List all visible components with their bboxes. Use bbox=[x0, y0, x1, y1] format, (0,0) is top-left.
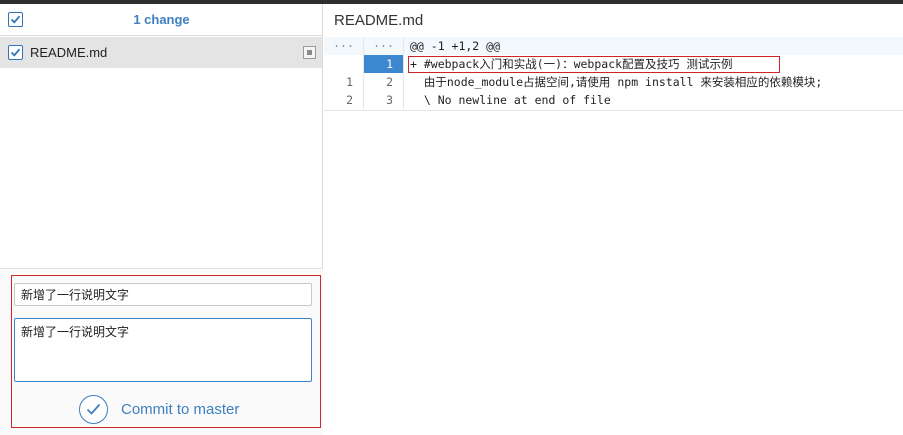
changed-file-row[interactable]: README.md bbox=[0, 37, 322, 68]
commit-highlight-box bbox=[11, 275, 321, 428]
new-line-number: 3 bbox=[364, 91, 404, 109]
diff-hunk-header: ··· ··· @@ -1 +1,2 @@ bbox=[324, 37, 903, 55]
line-text: 由于node_module占据空间,请使用 npm install 来安装相应的… bbox=[410, 75, 823, 89]
diff-line-context[interactable]: 1 2 由于node_module占据空间,请使用 npm install 来安… bbox=[324, 73, 903, 91]
modified-status-icon bbox=[303, 46, 316, 59]
commit-area: 新增了一行说明文字 Commit to master bbox=[0, 268, 323, 435]
file-name: README.md bbox=[30, 45, 108, 60]
old-line-number: 2 bbox=[324, 91, 364, 109]
check-icon bbox=[10, 48, 21, 57]
old-line-number: 1 bbox=[324, 73, 364, 91]
hunk-text: @@ -1 +1,2 @@ bbox=[410, 39, 501, 53]
added-line-highlight-box bbox=[408, 56, 780, 73]
new-line-number: 2 bbox=[364, 73, 404, 91]
diff-file-title: README.md bbox=[334, 12, 424, 29]
old-line-number: ··· bbox=[324, 37, 364, 55]
diff-panel: README.md ··· ··· @@ -1 +1,2 @@ 1 + #web… bbox=[324, 4, 903, 435]
file-include-checkbox[interactable] bbox=[8, 45, 23, 60]
changes-panel: 1 change README.md 新增了一行说明文字 Commit to m… bbox=[0, 4, 323, 435]
changes-header: 1 change bbox=[0, 4, 323, 36]
diff-line-context[interactable]: 2 3 \ No newline at end of file bbox=[324, 91, 903, 109]
line-text: \ No newline at end of file bbox=[410, 93, 611, 107]
new-line-number: 1 bbox=[364, 55, 404, 73]
new-line-number: ··· bbox=[364, 37, 404, 55]
old-line-number bbox=[324, 55, 364, 73]
changes-count: 1 change bbox=[133, 12, 190, 27]
diff-end-divider bbox=[324, 110, 903, 111]
